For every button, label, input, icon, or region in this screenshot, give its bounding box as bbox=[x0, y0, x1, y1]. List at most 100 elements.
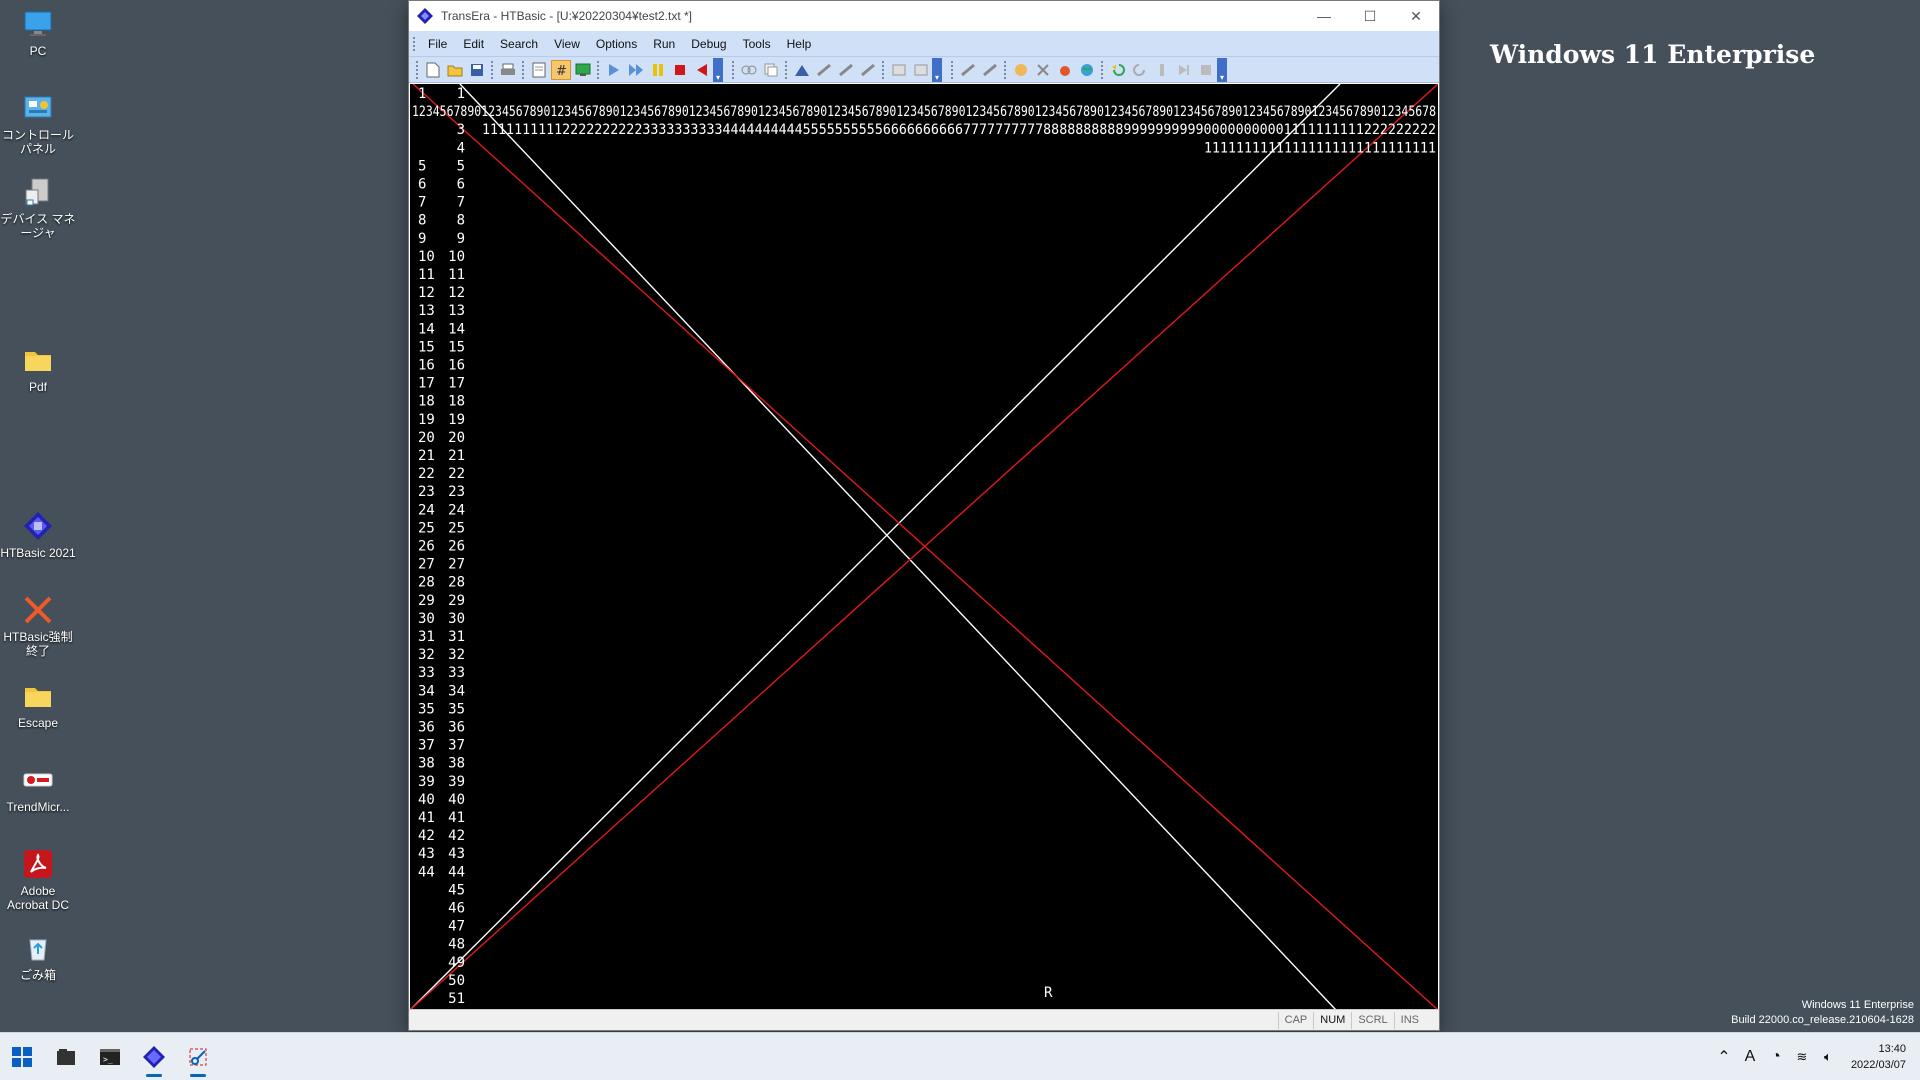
tool6-icon[interactable] bbox=[958, 60, 978, 80]
menu-view[interactable]: View bbox=[548, 34, 590, 54]
htbasic-taskbar-icon[interactable] bbox=[132, 1035, 176, 1079]
desktop-icon-escape-folder[interactable]: Escape bbox=[0, 680, 76, 730]
menu-help[interactable]: Help bbox=[781, 34, 822, 54]
globe-icon[interactable] bbox=[1077, 60, 1097, 80]
minimize-button[interactable]: — bbox=[1301, 1, 1347, 31]
menu-grip[interactable] bbox=[413, 36, 416, 51]
menu-options[interactable]: Options bbox=[590, 34, 647, 54]
wifi-icon[interactable]: ≋ bbox=[1789, 1049, 1815, 1065]
left-row-number: 34 bbox=[418, 683, 435, 699]
left-row-number: 5 bbox=[418, 158, 426, 174]
reset-icon[interactable] bbox=[692, 60, 712, 80]
desktop-icon-pdf-folder[interactable]: Pdf bbox=[0, 344, 76, 394]
copy-icon[interactable] bbox=[761, 60, 781, 80]
desktop-icon-control-panel[interactable]: コントロール パネル bbox=[0, 92, 76, 156]
close-button[interactable]: ✕ bbox=[1393, 1, 1439, 31]
tool4-icon[interactable] bbox=[889, 60, 909, 80]
chevron-up-icon[interactable]: ⌃ bbox=[1711, 1047, 1737, 1067]
print-icon[interactable] bbox=[498, 60, 518, 80]
tool1-icon[interactable] bbox=[814, 60, 834, 80]
toolbar-overflow-button[interactable]: ▾ bbox=[932, 57, 942, 82]
file-explorer-icon[interactable] bbox=[44, 1035, 88, 1079]
run-icon[interactable] bbox=[604, 60, 624, 80]
right-row-number: 46 bbox=[448, 901, 465, 917]
speaker-icon[interactable]: 🔈︎ bbox=[1815, 1049, 1841, 1065]
desktop-icon-recycle-bin[interactable]: ごみ箱 bbox=[0, 932, 76, 982]
apple-icon[interactable] bbox=[1055, 60, 1075, 80]
next-icon[interactable] bbox=[1174, 60, 1194, 80]
right-row-number: 9 bbox=[457, 231, 465, 247]
left-row-number: 11 bbox=[418, 267, 435, 283]
left-row-number: 16 bbox=[418, 358, 435, 374]
tool3-icon[interactable] bbox=[858, 60, 878, 80]
left-row-number: 19 bbox=[418, 412, 435, 428]
edit-icon[interactable] bbox=[529, 60, 549, 80]
watermark-bottom: Windows 11 Enterprise Build 22000.co_rel… bbox=[1731, 998, 1914, 1028]
recycle-bin-icon bbox=[22, 932, 54, 964]
monitor-icon bbox=[22, 8, 54, 40]
left-row-number: 32 bbox=[418, 647, 435, 663]
tool2-icon[interactable] bbox=[836, 60, 856, 80]
basic-output-screen[interactable]: 1 5 6 7 8 9 10 11 12 13 14 15 16 17 18 19 20 21 22 23 24 25 26… bbox=[410, 84, 1438, 1010]
undo-icon[interactable] bbox=[1108, 60, 1128, 80]
menu-debug[interactable]: Debug bbox=[685, 34, 736, 54]
start-icon[interactable] bbox=[0, 1035, 44, 1079]
desktop-icon-trendmicro[interactable]: TrendMicr... bbox=[0, 764, 76, 814]
tool5-icon[interactable] bbox=[911, 60, 931, 80]
pause-icon[interactable] bbox=[648, 60, 668, 80]
tool7-icon[interactable] bbox=[980, 60, 1000, 80]
toolbar-grip[interactable] bbox=[416, 60, 419, 79]
desktop-icon-device-manager[interactable]: デバイス マネージャ bbox=[0, 176, 76, 240]
desktop-icon-pc[interactable]: PC bbox=[0, 8, 76, 58]
desktop-icon-acrobat[interactable]: Adobe Acrobat DC bbox=[0, 848, 76, 912]
maximize-button[interactable]: ☐ bbox=[1347, 1, 1393, 31]
new-icon[interactable] bbox=[423, 60, 443, 80]
right-row-number: 51 bbox=[448, 991, 465, 1007]
left-row-number: 15 bbox=[418, 339, 435, 355]
right-row-number: 18 bbox=[448, 394, 465, 410]
right-row-number: 42 bbox=[448, 828, 465, 844]
redo-icon[interactable] bbox=[1130, 60, 1150, 80]
open-icon[interactable] bbox=[445, 60, 465, 80]
desktop-icon-label: ごみ箱 bbox=[19, 968, 56, 982]
right-row-number: 40 bbox=[448, 792, 465, 808]
menu-file[interactable]: File bbox=[422, 34, 457, 54]
left-row-number: 42 bbox=[418, 828, 435, 844]
left-row-number: 31 bbox=[418, 629, 435, 645]
ime-indicator[interactable]: A bbox=[1737, 1048, 1763, 1066]
clock[interactable]: 13:40 2022/03/07 bbox=[1841, 1041, 1920, 1073]
desktop-icon-label: HTBasic 2021 bbox=[0, 546, 76, 560]
stop-icon[interactable] bbox=[670, 60, 690, 80]
right-row-number: 30 bbox=[448, 611, 465, 627]
menu-run[interactable]: Run bbox=[647, 34, 685, 54]
column-ruler-hundreds: 11111111111111111111111111111 bbox=[1204, 140, 1436, 156]
grid-icon[interactable]: # bbox=[551, 59, 571, 80]
end-icon[interactable] bbox=[1196, 60, 1216, 80]
hand-icon[interactable] bbox=[1011, 60, 1031, 80]
find-icon[interactable] bbox=[739, 60, 759, 80]
title-bar[interactable]: TransEra - HTBasic - [U:¥20220304¥test2.… bbox=[409, 1, 1439, 31]
desktop-icon-htbasic[interactable]: HTBasic 2021 bbox=[0, 510, 76, 560]
save-icon[interactable] bbox=[467, 60, 487, 80]
right-row-number: 22 bbox=[448, 466, 465, 482]
cut-icon[interactable] bbox=[1033, 60, 1053, 80]
menu-search[interactable]: Search bbox=[494, 34, 548, 54]
toolbar-overflow-button[interactable]: ▾ bbox=[713, 57, 723, 82]
desktop-icon-htbasic-kill[interactable]: HTBasic強制終了 bbox=[0, 594, 76, 658]
menu-tools[interactable]: Tools bbox=[737, 34, 781, 54]
right-row-number: 7 bbox=[457, 195, 465, 211]
snipping-tool-icon[interactable] bbox=[176, 1035, 220, 1079]
toolbar: # ▾ ▾ ▾ bbox=[409, 57, 1439, 83]
menu-edit[interactable]: Edit bbox=[457, 34, 494, 54]
left-row-number: 33 bbox=[418, 665, 435, 681]
left-row-number: 40 bbox=[418, 792, 435, 808]
folder-icon bbox=[22, 344, 54, 376]
step-icon[interactable] bbox=[792, 60, 812, 80]
toolbar-overflow-button[interactable]: ▾ bbox=[1217, 57, 1227, 82]
graphics-icon[interactable] bbox=[573, 60, 593, 80]
continue-icon[interactable] bbox=[626, 60, 646, 80]
right-row-number: 4 bbox=[457, 140, 465, 156]
terminal-icon[interactable]: >_ bbox=[88, 1035, 132, 1079]
mark-icon[interactable] bbox=[1152, 60, 1172, 80]
ime-mode-icon[interactable]: ◔ bbox=[1763, 1048, 1789, 1066]
